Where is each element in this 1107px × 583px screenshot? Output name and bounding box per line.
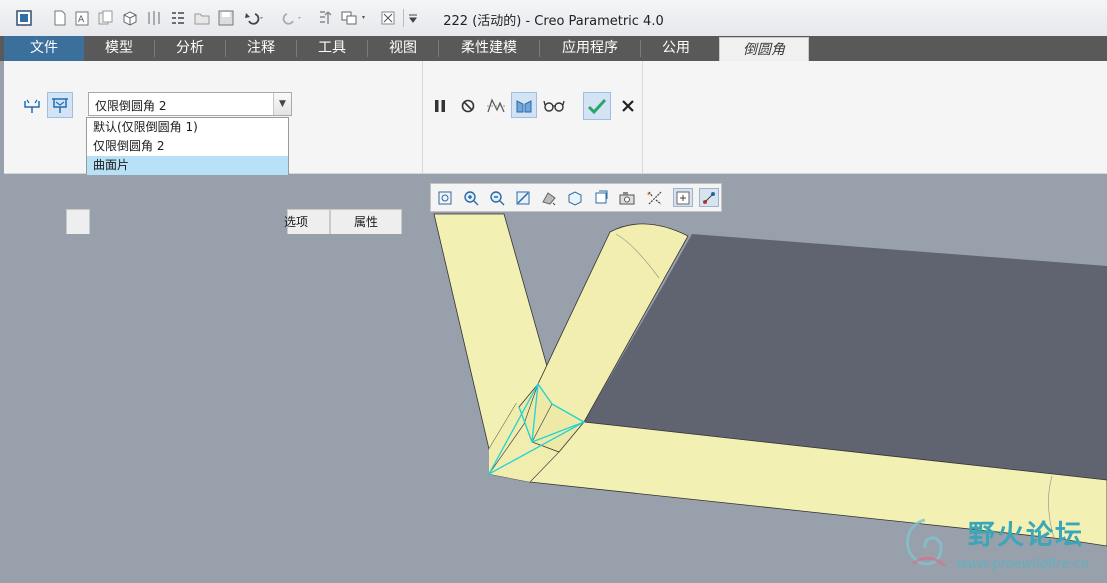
tab-view[interactable]: 视图	[368, 36, 438, 61]
ribbon-divider	[642, 61, 643, 173]
verify-mode-icon[interactable]	[511, 92, 537, 118]
watermark-text: 野火论坛	[968, 520, 1084, 551]
transition-type-value: 仅限倒圆角 2	[95, 99, 167, 113]
pause-icon[interactable]	[427, 93, 453, 119]
refit-icon[interactable]	[435, 188, 455, 207]
datum-display-icon[interactable]: *	[645, 188, 665, 207]
ok-button[interactable]	[583, 92, 611, 120]
spin-center-icon[interactable]	[673, 188, 693, 207]
no-preview-icon[interactable]	[455, 93, 481, 119]
watermark-url: www.proewildfire.cn	[957, 557, 1090, 572]
view-manager-icon[interactable]	[591, 188, 611, 207]
forum-logo-icon	[906, 518, 946, 567]
tab-annotate[interactable]: 注释	[226, 36, 296, 61]
set-mode-icon[interactable]	[19, 93, 45, 119]
saved-orientations-icon[interactable]	[565, 188, 585, 207]
dropdown-option-selected[interactable]: 曲面片	[87, 156, 288, 175]
tab-model[interactable]: 模型	[84, 36, 154, 61]
svg-text:*: *	[647, 191, 651, 199]
tab-round[interactable]: 倒圆角	[719, 37, 809, 62]
ribbon-divider	[422, 61, 423, 173]
view-toolbar: *	[430, 183, 722, 212]
dropdown-option[interactable]: 仅限倒圆角 2	[87, 137, 288, 156]
annotation-display-icon[interactable]	[699, 188, 719, 207]
transition-mode-icon[interactable]	[47, 92, 73, 118]
tab-file[interactable]: 文件	[4, 36, 84, 61]
tab-analysis[interactable]: 分析	[155, 36, 225, 61]
tab-applications[interactable]: 应用程序	[540, 36, 640, 61]
dropdown-option[interactable]: 默认(仅限倒圆角 1)	[87, 118, 288, 137]
geometry-preview-icon[interactable]	[483, 93, 509, 119]
title-bar: A 222 (活动的) - Creo Parametric 4.0	[0, 0, 1107, 37]
repaint-icon[interactable]	[513, 188, 533, 207]
zoom-out-icon[interactable]	[487, 188, 507, 207]
ribbon-tab-bar: 文件 模型 分析 注释 工具 视图 柔性建模 应用程序 公用 倒圆角	[0, 36, 1107, 62]
tab-tools[interactable]: 工具	[297, 36, 367, 61]
glasses-icon[interactable]	[541, 93, 567, 119]
tab-common[interactable]: 公用	[641, 36, 711, 61]
zoom-in-icon[interactable]	[461, 188, 481, 207]
camera-icon[interactable]	[617, 188, 637, 207]
chevron-down-icon[interactable]: ▼	[273, 93, 291, 115]
display-style-icon[interactable]	[539, 188, 559, 207]
transition-type-dropdown: 默认(仅限倒圆角 1) 仅限倒圆角 2 曲面片	[86, 117, 289, 175]
tab-flexible-modeling[interactable]: 柔性建模	[439, 36, 539, 61]
cancel-button[interactable]	[615, 93, 641, 119]
transition-type-select[interactable]: 仅限倒圆角 2 ▼	[88, 92, 292, 116]
window-title: 222 (活动的) - Creo Parametric 4.0	[443, 14, 664, 29]
